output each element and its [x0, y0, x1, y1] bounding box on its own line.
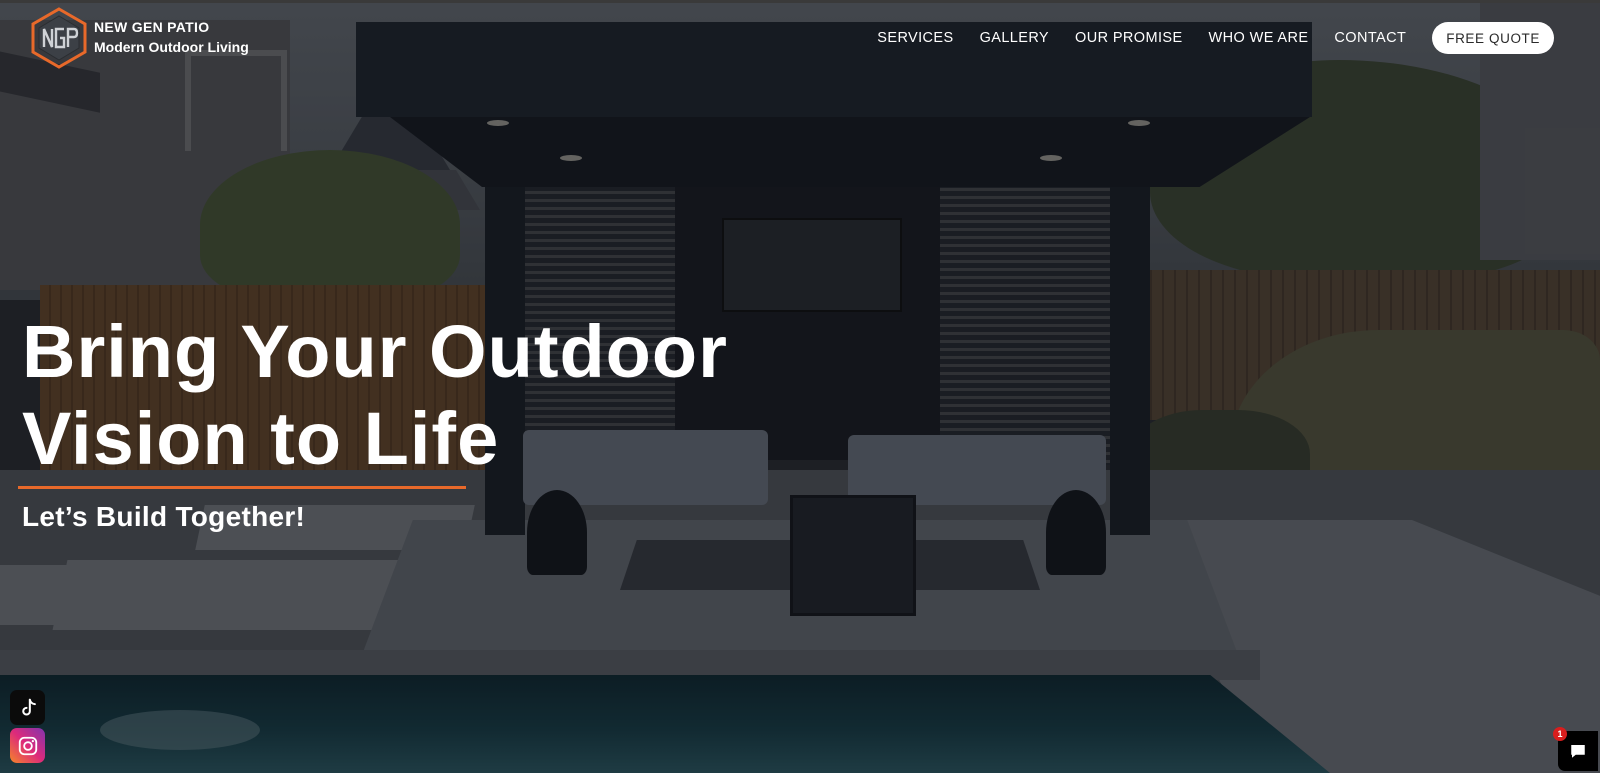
headline-underline: [18, 486, 466, 489]
headline-line-2: Vision to Life: [22, 397, 500, 480]
top-border: [0, 0, 1600, 3]
headline-line-1: Bring Your Outdoor: [22, 310, 728, 393]
nav-contact[interactable]: CONTACT: [1334, 30, 1406, 46]
instagram-link[interactable]: [10, 728, 45, 763]
ngp-hexagon-logo-icon: [31, 7, 87, 69]
brand-name: NEW GEN PATIO: [94, 19, 210, 35]
nav-who-we-are[interactable]: WHO WE ARE: [1209, 30, 1309, 46]
hero-subtitle: Let’s Build Together!: [22, 501, 306, 532]
nav-our-promise[interactable]: OUR PROMISE: [1075, 30, 1183, 46]
nav-gallery[interactable]: GALLERY: [980, 30, 1049, 46]
hero-headline: Bring Your Outdoor Vision to Life Let’s …: [18, 308, 728, 533]
nav-services[interactable]: SERVICES: [877, 30, 953, 46]
main-nav: SERVICES GALLERY OUR PROMISE WHO WE ARE …: [877, 22, 1554, 54]
brand-tagline: Modern Outdoor Living: [94, 39, 249, 55]
site-logo[interactable]: NEW GEN PATIO Modern Outdoor Living: [30, 7, 249, 69]
chat-notification-badge: 1: [1553, 727, 1567, 741]
tiktok-link[interactable]: [10, 690, 45, 725]
chat-bubble-icon: [1571, 745, 1585, 758]
instagram-icon: [18, 736, 37, 755]
free-quote-button[interactable]: FREE QUOTE: [1432, 22, 1554, 54]
social-links: [10, 690, 45, 766]
tiktok-icon: [21, 698, 36, 715]
